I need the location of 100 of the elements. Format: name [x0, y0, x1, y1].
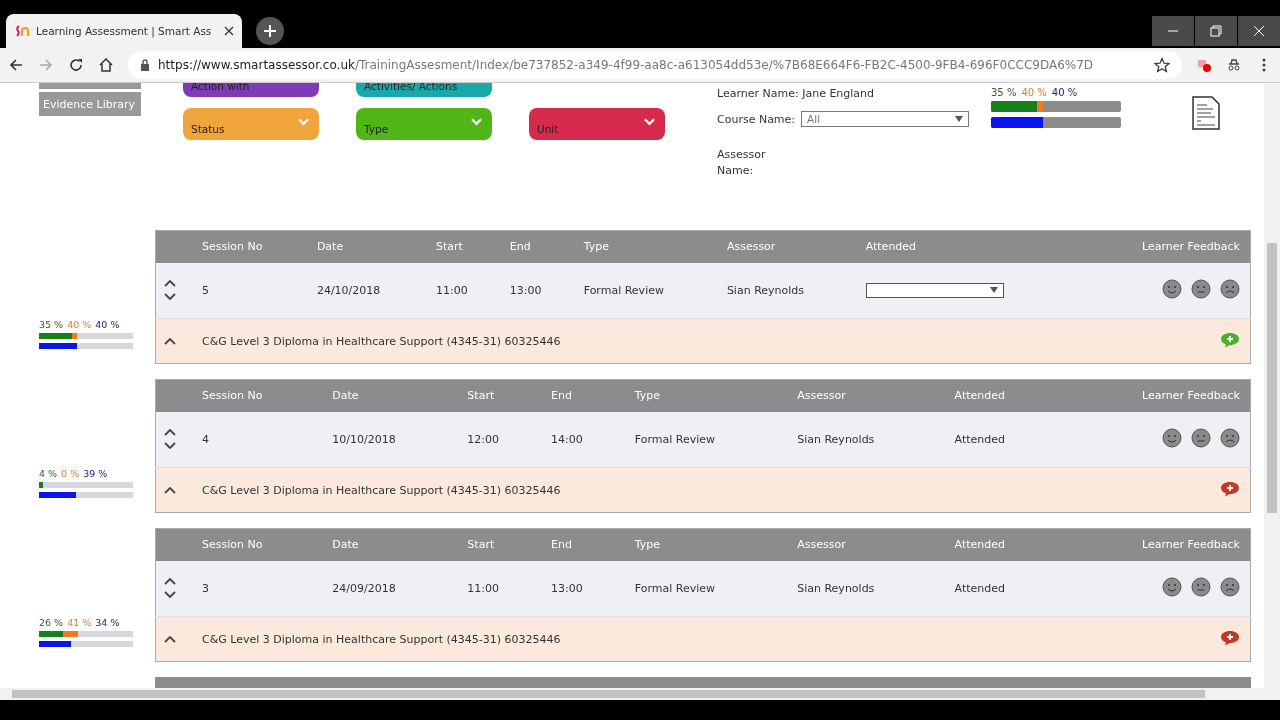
- percentage-label: 40 %: [1051, 87, 1078, 98]
- lock-icon: [140, 59, 150, 71]
- sad-face-icon[interactable]: [1220, 278, 1240, 299]
- column-header: Type: [634, 389, 661, 403]
- neutral-face-icon[interactable]: [1191, 427, 1211, 448]
- back-icon[interactable]: [8, 57, 24, 73]
- home-icon[interactable]: [98, 57, 114, 73]
- new-tab-icon[interactable]: [256, 17, 284, 45]
- course-dropdown[interactable]: All: [801, 111, 970, 127]
- course-name: C&G Level 3 Diploma in Healthcare Support (4345-31) 60325446: [202, 632, 561, 646]
- column-header: Start: [467, 538, 495, 552]
- learner-name: Learner Name: Jane England: [717, 87, 876, 101]
- table-cell: 12:00: [467, 432, 500, 446]
- column-header: Type: [583, 240, 609, 254]
- filter-dropdown[interactable]: Unit: [529, 108, 665, 140]
- table-cell: 24/10/2018: [316, 283, 381, 297]
- column-header: Assessor: [797, 389, 846, 403]
- sad-face-icon[interactable]: [1220, 427, 1240, 448]
- percentage-label: 4 %: [39, 468, 58, 479]
- tab-title: Learning Assessment | Smart Ass: [36, 25, 213, 37]
- comment-icon[interactable]: [1220, 629, 1240, 646]
- browser-tab[interactable]: Learning Assessment | Smart Ass: [6, 14, 242, 48]
- chevron-up-icon[interactable]: [164, 635, 176, 643]
- incognito-icon[interactable]: [1226, 57, 1242, 73]
- url-text: https://www.smartassessor.co.uk/TrainingAssesment/Index/be737852-a349-4f99-aa8c-a613054dd53e/%7B68E664F6-FB2C-4500-9FB4-696F0CCC9DA6%7D: [158, 58, 1095, 72]
- table-cell: 3: [202, 581, 209, 595]
- smiley-icon[interactable]: [1162, 278, 1182, 299]
- column-header: End: [551, 389, 572, 403]
- table-cell: 4: [202, 432, 209, 446]
- close-icon[interactable]: [224, 26, 234, 36]
- column-header: Session No: [202, 240, 263, 254]
- field-label: Course Name:: [717, 112, 796, 126]
- percentage-label: 40 %: [67, 319, 92, 330]
- column-header: Date: [332, 389, 359, 403]
- column-header: Learner Feedback: [1142, 538, 1240, 552]
- chevron-down-icon: [298, 117, 309, 126]
- column-header: Attended: [954, 389, 1005, 403]
- percentage-label: 35 %: [991, 87, 1017, 98]
- column-header: Date: [332, 538, 359, 552]
- table-cell: 11:00: [467, 581, 500, 595]
- percentage-label: 40 %: [95, 319, 120, 330]
- table-cell: Attended: [954, 581, 1005, 595]
- table-cell: Sian Reynolds: [726, 283, 805, 297]
- column-header: Learner Feedback: [1142, 240, 1240, 254]
- column-header: End: [509, 240, 531, 254]
- dropdown-arrow-icon: [955, 116, 964, 122]
- table-cell: 5: [202, 283, 209, 297]
- chevron-down-icon[interactable]: [164, 442, 176, 451]
- table-cell: Formal Review: [583, 283, 664, 297]
- comment-icon[interactable]: [1220, 480, 1240, 497]
- course-name: C&G Level 3 Diploma in Healthcare Support (4345-31) 60325446: [202, 483, 561, 497]
- column-header: Date: [316, 240, 344, 254]
- column-header: Assessor: [726, 240, 776, 254]
- restore-icon[interactable]: [1195, 16, 1237, 46]
- vertical-scrollbar[interactable]: [1264, 83, 1280, 688]
- filter-dropdown[interactable]: Status: [183, 108, 319, 140]
- percentage-label: 40 %: [1021, 87, 1047, 98]
- sad-face-icon[interactable]: [1220, 576, 1240, 597]
- chevron-up-icon[interactable]: [164, 577, 176, 586]
- table-cell: Sian Reynolds: [797, 581, 875, 595]
- percentage-label: 26 %: [39, 617, 64, 628]
- table-cell: 11:00: [436, 283, 468, 297]
- neutral-face-icon[interactable]: [1191, 278, 1211, 299]
- table-cell: Attended: [954, 432, 1005, 446]
- horizontal-scrollbar[interactable]: [0, 688, 1280, 700]
- logo-icon: [14, 23, 30, 39]
- column-header: End: [551, 538, 572, 552]
- column-header: Session No: [202, 389, 263, 403]
- attended-dropdown[interactable]: [865, 282, 1004, 298]
- chevron-up-icon[interactable]: [164, 486, 176, 494]
- chevron-down-icon[interactable]: [164, 293, 176, 302]
- table-cell: 10/10/2018: [332, 432, 396, 446]
- chevron-up-icon[interactable]: [164, 428, 176, 437]
- column-header: Session No: [202, 538, 263, 552]
- reload-icon[interactable]: [68, 57, 84, 73]
- filter-dropdown[interactable]: Type: [356, 108, 492, 140]
- chevron-up-icon[interactable]: [164, 279, 176, 288]
- neutral-face-icon[interactable]: [1191, 576, 1211, 597]
- column-header: Start: [467, 389, 495, 403]
- extension-icon[interactable]: [1196, 57, 1212, 73]
- table-cell: 14:00: [551, 432, 583, 446]
- table-cell: 24/09/2018: [332, 581, 396, 595]
- chevron-down-icon[interactable]: [164, 591, 176, 600]
- column-header: Assessor: [797, 538, 846, 552]
- column-header: Attended: [865, 240, 917, 254]
- percentage-label: 0 %: [61, 468, 80, 479]
- column-header: Learner Feedback: [1142, 389, 1240, 403]
- address-bar[interactable]: https://www.smartassessor.co.uk/TrainingAssesment/Index/be737852-a349-4f99-aa8c-a613054dd53e/%7B68E664F6-FB2C-4500-9FB4-696F0CCC9DA6%7D: [128, 51, 1182, 79]
- star-icon[interactable]: [1154, 57, 1170, 73]
- smiley-icon[interactable]: [1162, 427, 1182, 448]
- field-label: Assessor Name:: [717, 147, 767, 179]
- smiley-icon[interactable]: [1162, 576, 1182, 597]
- chevron-up-icon[interactable]: [164, 337, 176, 345]
- percentage-label: 41 %: [67, 617, 92, 628]
- dropdown-arrow-icon: [989, 287, 998, 294]
- comment-icon[interactable]: [1220, 331, 1240, 348]
- percentage-label: 34 %: [95, 617, 120, 628]
- course-name: C&G Level 3 Diploma in Healthcare Support (4345-31) 60325446: [202, 334, 561, 348]
- column-header: Attended: [954, 538, 1005, 552]
- document-icon[interactable]: [1191, 95, 1221, 131]
